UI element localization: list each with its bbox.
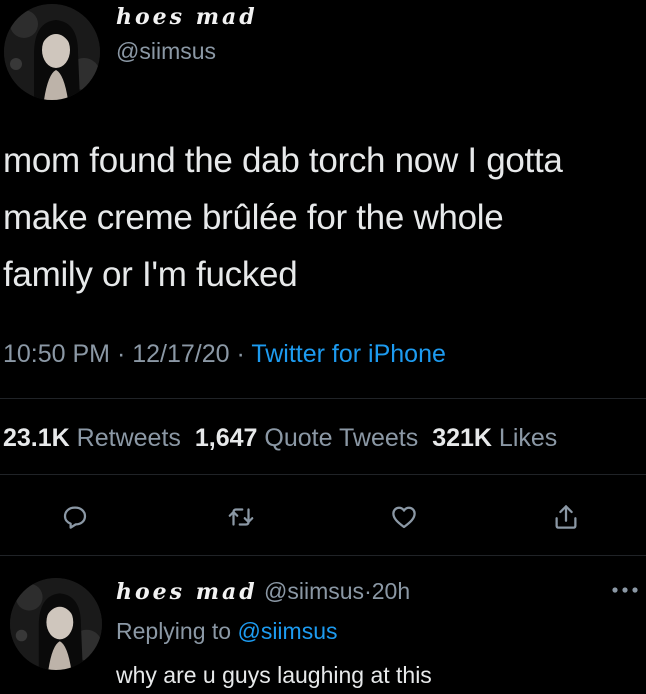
replying-prefix: Replying to: [116, 618, 232, 644]
replying-to: Replying to @siimsus: [116, 618, 338, 645]
divider: [0, 474, 646, 475]
like-button[interactable]: [384, 497, 424, 537]
separator: ·: [116, 340, 126, 368]
tweet-text-line: mom found the dab torch now I gotta: [3, 141, 563, 180]
likes-label: Likes: [498, 424, 558, 452]
avatar[interactable]: [4, 4, 100, 100]
reply-handle[interactable]: @siimsus: [264, 578, 364, 604]
replying-mention[interactable]: @siimsus: [237, 618, 337, 644]
share-icon: [555, 505, 577, 529]
tweet-stats: 23.1K Retweets 1,647 Quote Tweets 321K Lik…: [3, 424, 557, 453]
tweet-meta: 10:50 PM · 12/17/20 · Twitter for iPhone: [3, 340, 446, 369]
divider: [0, 555, 646, 556]
separator: ·: [364, 578, 372, 604]
more-options-icon[interactable]: [608, 580, 642, 600]
author-handle[interactable]: @siimsus: [116, 38, 216, 65]
reply-time[interactable]: 20h: [372, 578, 410, 604]
heart-icon: [392, 506, 416, 529]
retweets-stat[interactable]: 23.1K Retweets: [3, 424, 181, 452]
quotes-count: 1,647: [194, 424, 258, 452]
separator: ·: [236, 340, 245, 368]
tweet-time[interactable]: 10:50 PM: [3, 340, 110, 368]
reply-display-name[interactable]: hoes mad: [116, 579, 258, 605]
retweets-count: 23.1K: [3, 424, 70, 452]
tweet-date[interactable]: 12/17/20: [132, 340, 229, 368]
divider: [0, 398, 646, 399]
tweet-text-line: family or I'm fucked: [3, 255, 298, 294]
share-button[interactable]: [546, 497, 586, 537]
retweets-label: Retweets: [76, 424, 181, 452]
retweet-icon: [228, 508, 254, 526]
retweet-button[interactable]: [221, 497, 261, 537]
reply-text: why are u guys laughing at this: [116, 662, 432, 688]
reply-header: hoes mad @siimsus·20h: [116, 578, 410, 605]
reply-button[interactable]: [55, 497, 95, 537]
tweet-text-line: make creme brûlée for the whole: [3, 198, 504, 237]
likes-stat[interactable]: 321K Likes: [432, 424, 557, 452]
author-display-name[interactable]: hoes mad: [116, 4, 258, 30]
quotes-label: Quote Tweets: [264, 424, 419, 452]
tweet-text: mom found the dab torch now I gotta make…: [3, 132, 643, 303]
tweet-source[interactable]: Twitter for iPhone: [251, 340, 446, 368]
reply-icon: [63, 506, 87, 529]
likes-count: 321K: [432, 424, 492, 452]
quotes-stat[interactable]: 1,647 Quote Tweets: [195, 424, 418, 452]
reply-avatar[interactable]: [10, 578, 102, 670]
